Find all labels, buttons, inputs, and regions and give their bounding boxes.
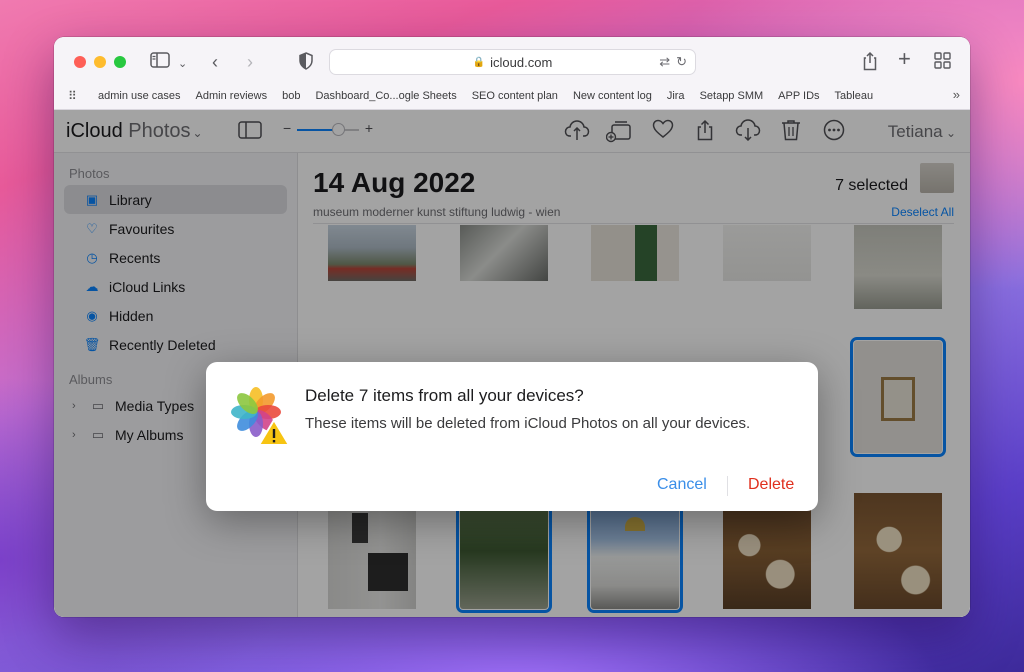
bookmark-item[interactable]: Dashboard_Co...ogle Sheets: [315, 90, 456, 102]
bookmark-item[interactable]: New content log: [573, 90, 652, 102]
bookmarks-bar: ⠿ admin use cases Admin reviews bob Dash…: [68, 87, 960, 105]
safari-window: ⌄ ‹ › 🔒 icloud.com ⇄ ↻ + ⠿ admin use cas…: [54, 37, 970, 617]
reload-icon[interactable]: ↻: [676, 54, 687, 70]
bookmarks-overflow-icon[interactable]: »: [953, 87, 960, 102]
close-button[interactable]: [74, 56, 86, 68]
lock-icon: 🔒: [472, 56, 486, 68]
apps-grid-icon[interactable]: ⠿: [68, 89, 82, 103]
bookmark-item[interactable]: admin use cases: [98, 90, 181, 102]
sidebar-toggle-icon[interactable]: [150, 51, 170, 74]
delete-button[interactable]: Delete: [748, 476, 794, 494]
url-text: icloud.com: [490, 54, 553, 70]
button-divider: [727, 476, 728, 496]
dialog-message: These items will be deleted from iCloud …: [305, 415, 751, 432]
browser-toolbar: ⌄ ‹ › 🔒 icloud.com ⇄ ↻ + ⠿ admin use cas…: [54, 37, 970, 110]
bookmark-item[interactable]: bob: [282, 90, 300, 102]
bookmark-item[interactable]: Admin reviews: [196, 90, 268, 102]
translate-icon[interactable]: ⇄: [659, 54, 670, 70]
new-tab-icon[interactable]: +: [898, 48, 911, 70]
bookmark-item[interactable]: APP IDs: [778, 90, 819, 102]
chevron-down-icon[interactable]: ⌄: [178, 53, 187, 75]
forward-icon[interactable]: ›: [247, 51, 253, 73]
back-icon[interactable]: ‹: [212, 51, 218, 73]
address-bar[interactable]: 🔒 icloud.com ⇄ ↻: [329, 49, 696, 75]
delete-confirmation-dialog: Delete 7 items from all your devices? Th…: [206, 362, 818, 511]
zoom-button[interactable]: [114, 56, 126, 68]
cancel-button[interactable]: Cancel: [657, 476, 707, 494]
bookmark-item[interactable]: Tableau: [835, 90, 874, 102]
bookmark-item[interactable]: Jira: [667, 90, 685, 102]
icloud-photos-app: iCloud Photos ⌄ − + Tetiana ⌄ Photos ▣ L…: [54, 110, 970, 617]
bookmark-item[interactable]: SEO content plan: [472, 90, 558, 102]
window-controls: [74, 56, 126, 68]
bookmark-item[interactable]: Setapp SMM: [700, 90, 764, 102]
tab-overview-icon[interactable]: [934, 52, 951, 74]
photos-warning-icon: [228, 384, 290, 446]
shield-icon[interactable]: [298, 52, 314, 75]
minimize-button[interactable]: [94, 56, 106, 68]
share-icon[interactable]: [862, 51, 878, 76]
dialog-title: Delete 7 items from all your devices?: [305, 386, 584, 405]
